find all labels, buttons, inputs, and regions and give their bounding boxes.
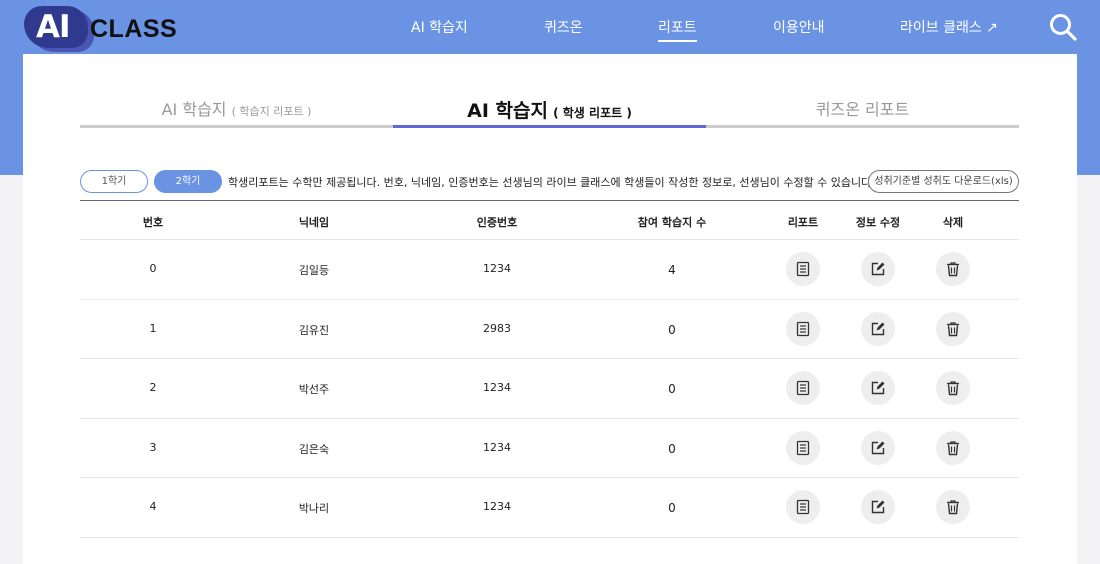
edit-icon[interactable] — [861, 371, 895, 405]
cell-nickname: 김유진 — [298, 323, 330, 337]
trash-icon[interactable] — [936, 252, 970, 286]
tab-label: 퀴즈온 리포트 — [815, 100, 910, 119]
report-icon[interactable] — [786, 430, 820, 465]
semester-1-button[interactable]: 1학기 — [80, 170, 148, 193]
table-row: 4 박나리 1234 0 — [80, 478, 1019, 538]
trash-icon[interactable] — [936, 430, 970, 465]
cell-code: 1234 — [483, 262, 511, 275]
col-report: 리포트 — [787, 216, 819, 229]
cell-worksheet-count: 0 — [668, 322, 676, 337]
report-icon[interactable] — [786, 252, 820, 286]
cell-code: 1234 — [483, 381, 511, 394]
download-xls-button[interactable]: 성취기준별 성취도 다운로드(xls) — [868, 170, 1019, 193]
cell-nickname: 박선주 — [298, 383, 330, 396]
tab-sublabel: ( 학생 리포트 ) — [553, 106, 632, 120]
cell-nickname: 김은숙 — [298, 442, 330, 456]
cell-code: 2983 — [483, 321, 511, 335]
tab-underline — [393, 125, 706, 128]
report-icon[interactable] — [786, 311, 820, 346]
tab-worksheet-report[interactable]: AI 학습지 ( 학습지 리포트 ) — [80, 96, 393, 128]
trash-icon[interactable] — [936, 311, 970, 346]
trash-icon[interactable] — [936, 490, 970, 524]
cell-number: 4 — [149, 500, 157, 513]
cell-worksheet-count: 0 — [668, 501, 676, 515]
report-icon[interactable] — [786, 371, 820, 405]
col-nickname: 닉네임 — [298, 216, 330, 229]
cell-worksheet-count: 4 — [668, 263, 676, 277]
logo-class-text: CLASS — [90, 15, 178, 43]
cell-nickname: 박나리 — [298, 502, 330, 515]
tab-underline — [706, 125, 1019, 128]
table-row: 2 박선주 1234 0 — [80, 359, 1019, 419]
tab-label: AI 학습지 — [161, 100, 227, 119]
table-header: 번호 닉네임 인증번호 참여 학습지 수 리포트 정보 수정 삭제 — [80, 200, 1019, 240]
search-icon[interactable] — [1048, 12, 1078, 42]
edit-icon[interactable] — [861, 252, 895, 286]
table-row: 3 김은숙 1234 0 — [80, 419, 1019, 478]
report-icon[interactable] — [786, 490, 820, 524]
edit-icon[interactable] — [861, 311, 895, 346]
info-notice: 학생리포트는 수학만 제공됩니다. 번호, 닉네임, 인증번호는 선생님의 라이… — [228, 176, 875, 189]
trash-icon[interactable] — [936, 371, 970, 405]
tab-quizon-report[interactable]: 퀴즈온 리포트 — [706, 96, 1019, 128]
cell-code: 1234 — [483, 500, 511, 513]
report-tabs: AI 학습지 ( 학습지 리포트 ) AI 학습지 ( 학생 리포트 ) 퀴즈온… — [80, 96, 1019, 128]
col-worksheet-count: 참여 학습지 수 — [637, 216, 707, 229]
cell-number: 2 — [149, 381, 157, 394]
logo[interactable]: AI CLASS — [24, 6, 194, 52]
report-controls: 1학기 2학기 학생리포트는 수학만 제공됩니다. 번호, 닉네임, 인증번호는… — [80, 170, 1019, 194]
table-row: 0 김일등 1234 4 — [80, 240, 1019, 300]
nav-guide[interactable]: 이용안내 — [773, 17, 825, 37]
cell-number: 3 — [149, 440, 157, 454]
cell-worksheet-count: 0 — [668, 441, 676, 456]
nav-quizon[interactable]: 퀴즈온 — [544, 17, 583, 37]
edit-icon[interactable] — [861, 490, 895, 524]
col-delete: 삭제 — [942, 216, 964, 229]
tab-sublabel: ( 학습지 리포트 ) — [231, 105, 312, 118]
tab-student-report[interactable]: AI 학습지 ( 학생 리포트 ) — [393, 96, 706, 128]
tab-label: AI 학습지 — [467, 100, 549, 122]
tab-underline — [80, 125, 393, 128]
cell-number: 0 — [149, 262, 157, 275]
table-row: 1 김유진 2983 0 — [80, 300, 1019, 359]
col-edit: 정보 수정 — [855, 216, 901, 229]
col-number: 번호 — [142, 216, 164, 229]
content-card: AI 학습지 ( 학습지 리포트 ) AI 학습지 ( 학생 리포트 ) 퀴즈온… — [23, 54, 1077, 564]
cell-code: 1234 — [483, 440, 511, 454]
edit-icon[interactable] — [861, 430, 895, 465]
cell-worksheet-count: 0 — [668, 382, 676, 396]
col-code: 인증번호 — [476, 216, 518, 229]
nav-report[interactable]: 리포트 — [658, 17, 697, 42]
nav-ai-worksheet[interactable]: AI 학습지 — [411, 17, 468, 37]
cell-number: 1 — [149, 321, 157, 335]
site-header: AI CLASS AI 학습지 퀴즈온 리포트 이용안내 라이브 클래스 ↗ — [0, 0, 1100, 54]
semester-2-button[interactable]: 2학기 — [154, 170, 222, 193]
nav-live-class[interactable]: 라이브 클래스 ↗ — [900, 17, 998, 37]
student-table: 번호 닉네임 인증번호 참여 학습지 수 리포트 정보 수정 삭제 0 김일등 … — [80, 200, 1019, 538]
logo-ai-text: AI — [36, 9, 71, 45]
cell-nickname: 김일등 — [298, 264, 330, 277]
